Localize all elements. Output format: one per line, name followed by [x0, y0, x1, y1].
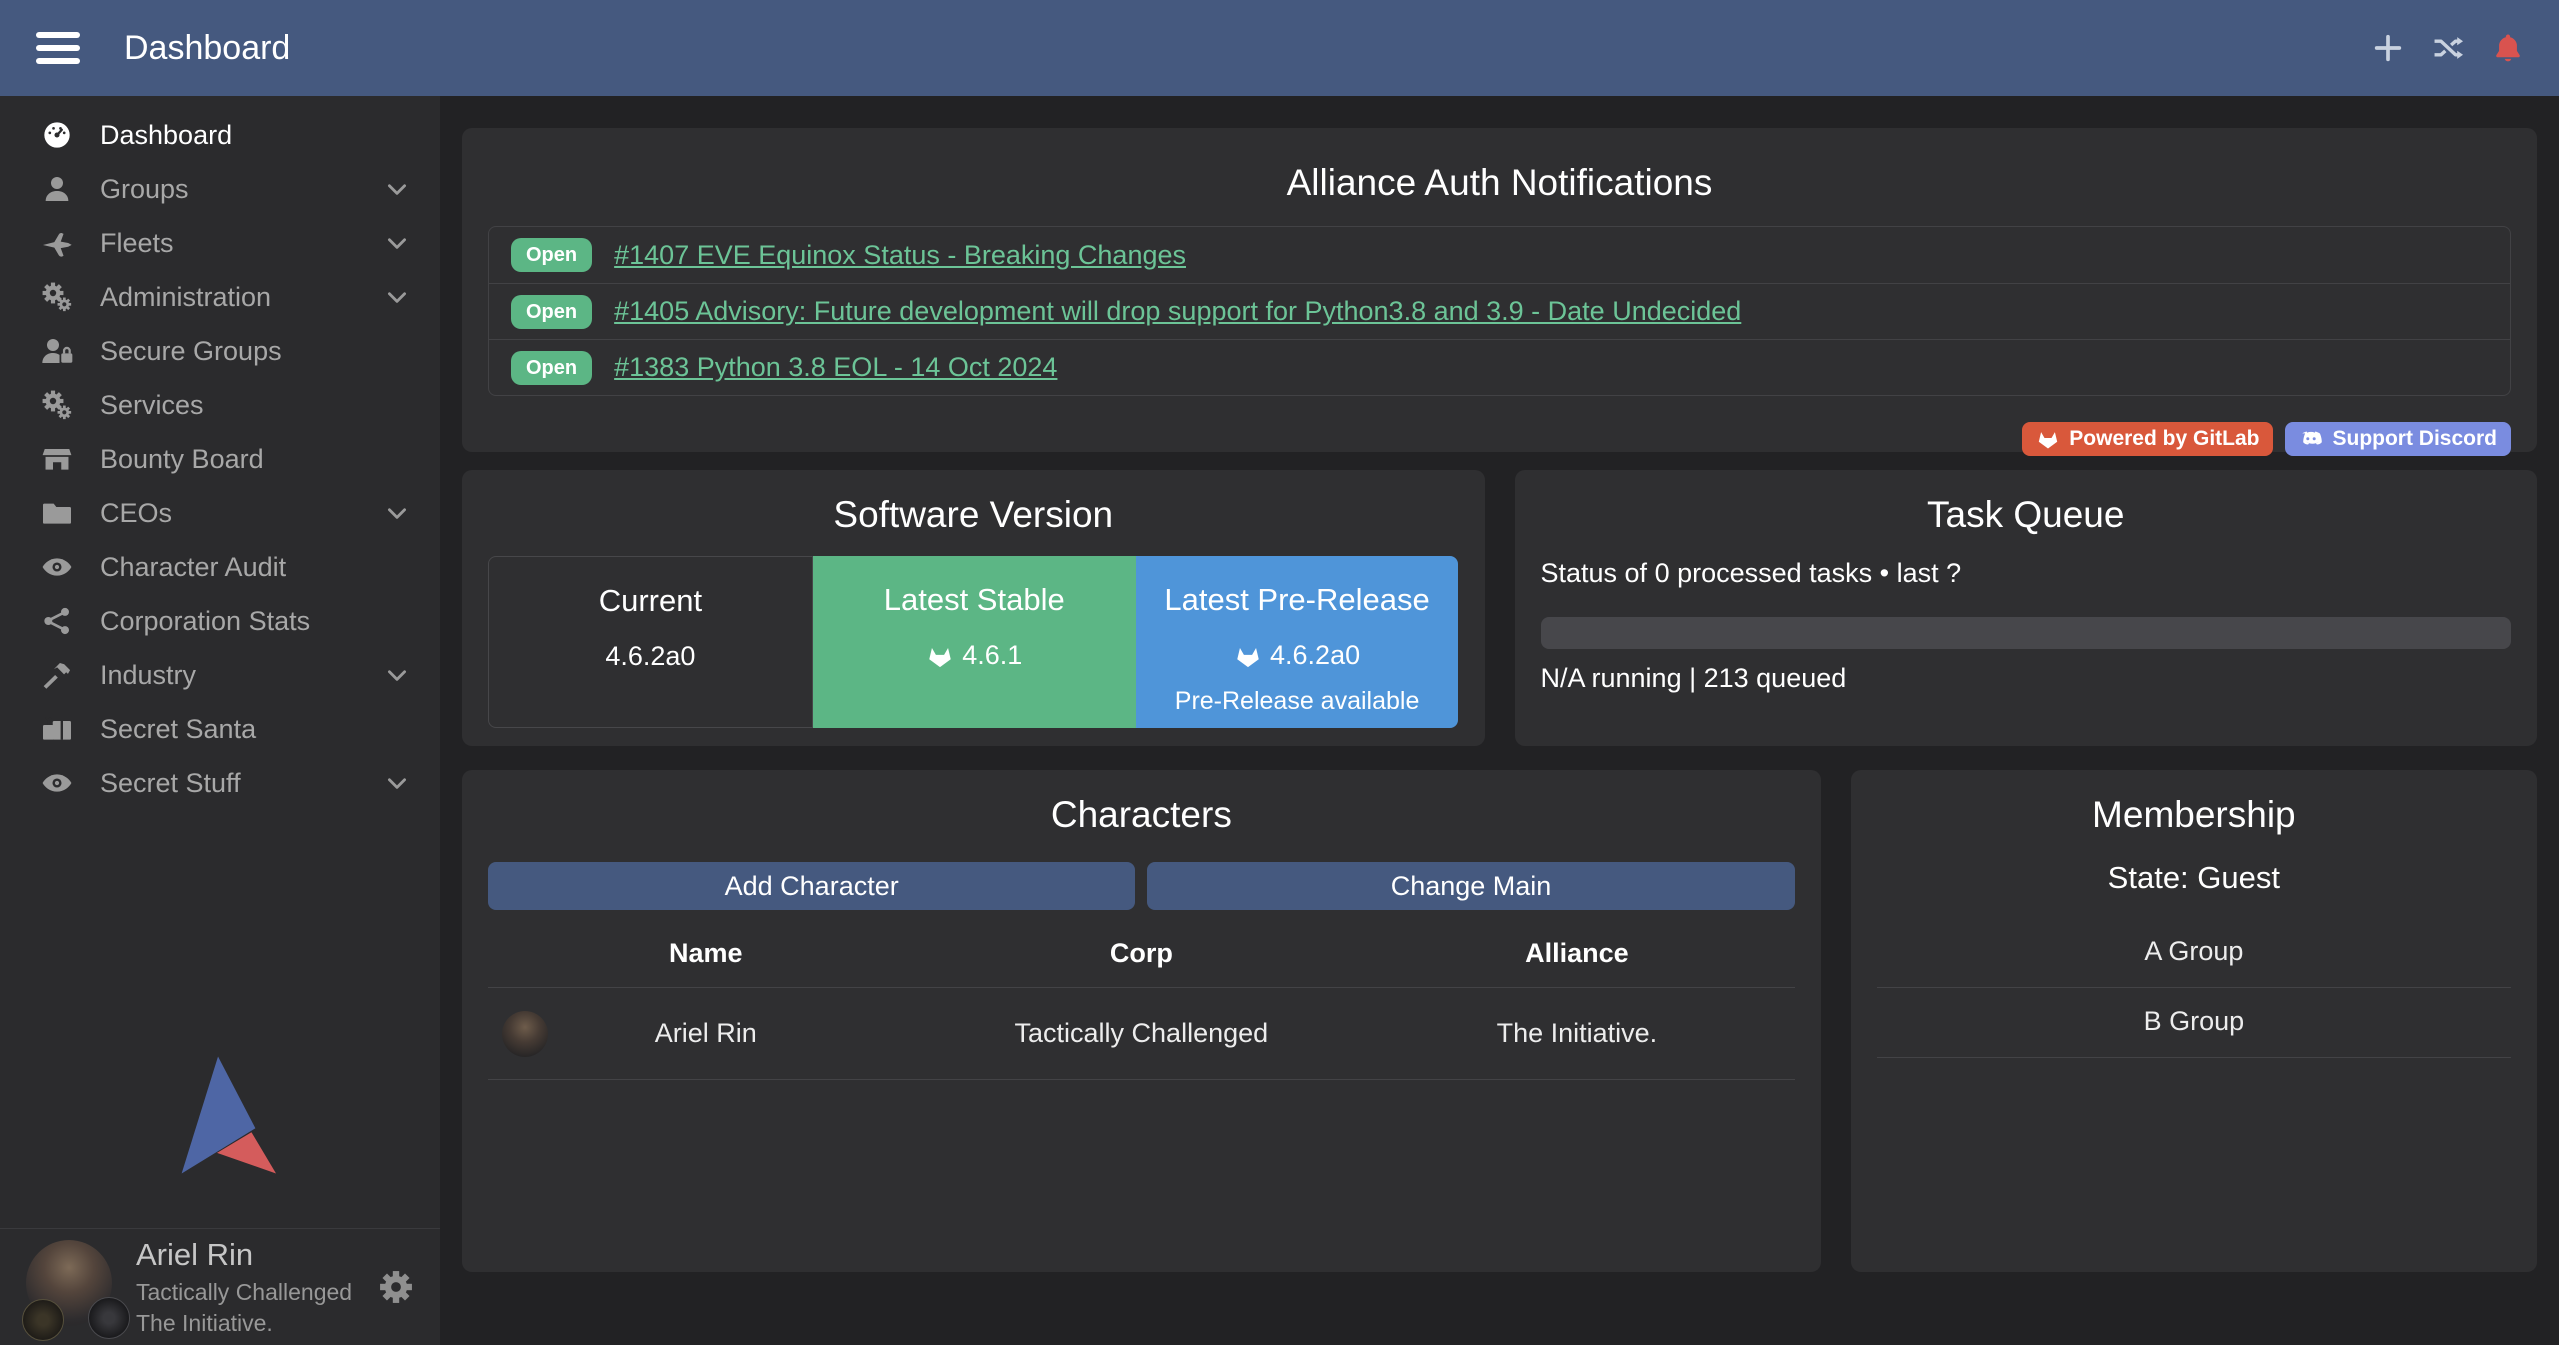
sidebar-item-corporation-stats[interactable]: Corporation Stats [0, 594, 440, 648]
alliance-logo [88, 1297, 130, 1339]
sidebar-item-ceos[interactable]: CEOs [0, 486, 440, 540]
sidebar-item-dashboard[interactable]: Dashboard [0, 108, 440, 162]
sidebar-item-fleets[interactable]: Fleets [0, 216, 440, 270]
chevron-down-icon [384, 284, 410, 310]
cogs-icon [34, 280, 80, 314]
discord-icon [2299, 427, 2323, 451]
notification-link[interactable]: #1405 Advisory: Future development will … [614, 296, 1741, 327]
sidebar-item-character-audit[interactable]: Character Audit [0, 540, 440, 594]
share-icon [34, 604, 80, 638]
corp-logo [22, 1299, 64, 1341]
shuffle-icon[interactable] [2431, 31, 2465, 65]
dashboard-gauge-icon [34, 118, 80, 152]
sidebar-item-bounty-board[interactable]: Bounty Board [0, 432, 440, 486]
character-portrait [502, 1011, 548, 1057]
chevron-down-icon [384, 176, 410, 202]
sidebar-toggle-button[interactable] [36, 32, 80, 64]
characters-table: Name Corp Alliance Ariel Rin Tactically … [488, 918, 1795, 1080]
user-icon [34, 172, 80, 206]
sidebar-item-services[interactable]: Services [0, 378, 440, 432]
task-queue-panel: Task Queue Status of 0 processed tasks •… [1515, 470, 2538, 746]
page-title: Dashboard [124, 29, 290, 68]
status-badge: Open [511, 351, 592, 385]
gifts-icon [34, 712, 80, 746]
user-panel: Ariel Rin Tactically Challenged The Init… [0, 1228, 440, 1345]
characters-title: Characters [488, 794, 1795, 836]
chevron-down-icon [384, 500, 410, 526]
status-badge: Open [511, 238, 592, 272]
notifications-panel: Alliance Auth Notifications Open #1407 E… [462, 128, 2537, 452]
notification-item: Open #1383 Python 3.8 EOL - 14 Oct 2024 [489, 339, 2510, 395]
gitlab-badge[interactable]: Powered by GitLab [2022, 422, 2273, 456]
settings-gear-icon[interactable] [378, 1269, 414, 1305]
group-row: B Group [1877, 988, 2511, 1058]
version-current-box: Current 4.6.2a0 [488, 556, 813, 728]
store-icon [34, 442, 80, 476]
user-alliance: The Initiative. [136, 1309, 352, 1338]
user-name: Ariel Rin [136, 1236, 352, 1275]
chevron-down-icon [384, 230, 410, 256]
alliance-auth-logo [160, 1053, 278, 1177]
notification-link[interactable]: #1407 EVE Equinox Status - Breaking Chan… [614, 240, 1186, 271]
sidebar: Dashboard Groups Fleets Administration S… [0, 96, 440, 1345]
notification-bell-icon[interactable] [2491, 31, 2525, 65]
version-latest-prerelease-box: Latest Pre-Release 4.6.2a0 Pre-Release a… [1136, 556, 1459, 728]
notification-item: Open #1407 EVE Equinox Status - Breaking… [489, 227, 2510, 283]
change-main-button[interactable]: Change Main [1147, 862, 1794, 910]
add-character-button[interactable]: Add Character [488, 862, 1135, 910]
user-corp: Tactically Challenged [136, 1278, 352, 1307]
sidebar-item-industry[interactable]: Industry [0, 648, 440, 702]
fighter-jet-icon [34, 226, 80, 260]
task-queue-status: Status of 0 processed tasks • last ? [1541, 558, 2512, 589]
gitlab-tanuki-icon [926, 642, 954, 670]
gitlab-tanuki-icon [2036, 427, 2060, 451]
characters-panel: Characters Add Character Change Main Nam… [462, 770, 1821, 1272]
software-version-title: Software Version [488, 494, 1459, 536]
folder-icon [34, 496, 80, 530]
notifications-title: Alliance Auth Notifications [488, 162, 2511, 204]
task-queue-progressbar [1541, 617, 2512, 649]
sidebar-item-administration[interactable]: Administration [0, 270, 440, 324]
navbar-actions [2371, 31, 2525, 65]
version-latest-stable-box: Latest Stable 4.6.1 [813, 556, 1136, 728]
chevron-down-icon [384, 662, 410, 688]
discord-badge[interactable]: Support Discord [2285, 422, 2511, 456]
eye-icon [34, 766, 80, 800]
table-header-row: Name Corp Alliance [488, 918, 1795, 988]
membership-panel: Membership State: Guest A Group B Group [1851, 770, 2537, 1272]
sidebar-item-secure-groups[interactable]: Secure Groups [0, 324, 440, 378]
cogs-icon [34, 388, 80, 422]
sidebar-item-groups[interactable]: Groups [0, 162, 440, 216]
gitlab-tanuki-icon [1234, 642, 1262, 670]
software-version-panel: Software Version Current 4.6.2a0 Latest … [462, 470, 1485, 746]
task-queue-title: Task Queue [1541, 494, 2512, 536]
membership-title: Membership [1877, 794, 2511, 836]
top-navbar: Dashboard [0, 0, 2559, 96]
badge-row: Powered by GitLab Support Discord [488, 422, 2511, 456]
add-icon[interactable] [2371, 31, 2405, 65]
hammer-icon [34, 658, 80, 692]
sidebar-item-secret-santa[interactable]: Secret Santa [0, 702, 440, 756]
main-content: Alliance Auth Notifications Open #1407 E… [440, 96, 2559, 1345]
character-row: Ariel Rin Tactically Challenged The Init… [488, 988, 1795, 1080]
eye-icon [34, 550, 80, 584]
notifications-list: Open #1407 EVE Equinox Status - Breaking… [488, 226, 2511, 396]
notification-link[interactable]: #1383 Python 3.8 EOL - 14 Oct 2024 [614, 352, 1057, 383]
user-lock-icon [34, 334, 80, 368]
sidebar-item-secret-stuff[interactable]: Secret Stuff [0, 756, 440, 810]
status-badge: Open [511, 295, 592, 329]
chevron-down-icon [384, 770, 410, 796]
notification-item: Open #1405 Advisory: Future development … [489, 283, 2510, 339]
task-queue-counts: N/A running | 213 queued [1541, 663, 2512, 694]
membership-state: State: Guest [1877, 860, 2511, 896]
membership-groups: A Group B Group [1877, 918, 2511, 1058]
group-row: A Group [1877, 918, 2511, 988]
